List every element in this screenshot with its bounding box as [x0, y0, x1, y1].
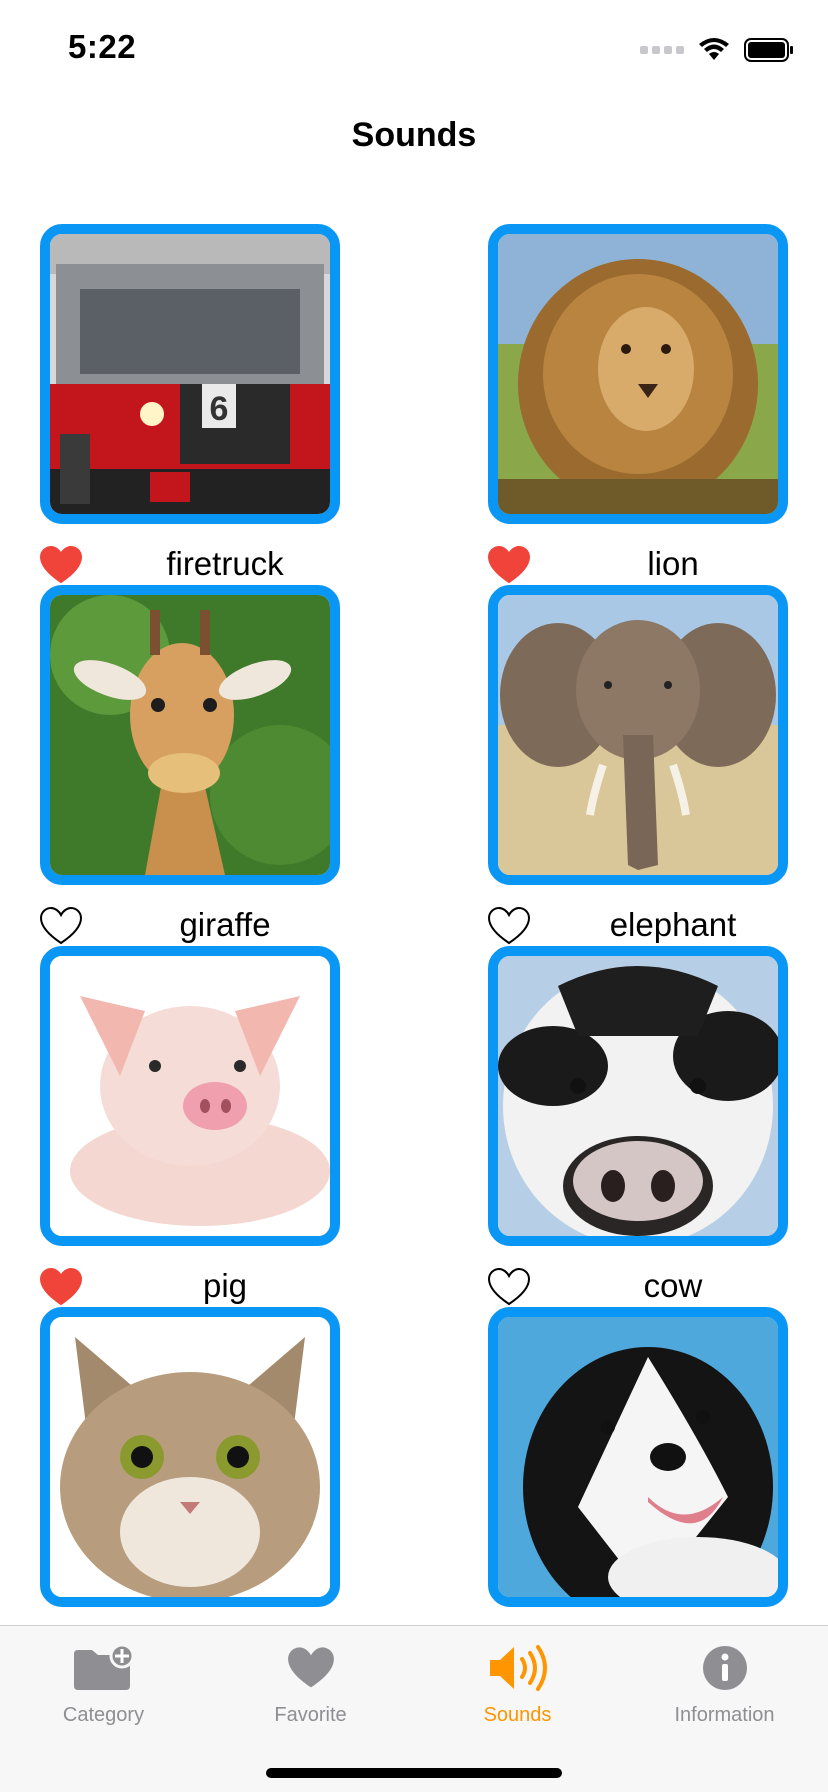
sound-cell-firetruck[interactable]: 6 firetruck: [40, 224, 340, 584]
info-icon: [702, 1646, 747, 1690]
sound-label: firetruck: [166, 545, 284, 582]
wifi-icon: [699, 38, 729, 60]
signal-icon: [640, 46, 684, 54]
sound-cell-giraffe[interactable]: giraffe: [40, 585, 340, 945]
tab-label: Information: [674, 1704, 775, 1726]
tab-label: Sounds: [483, 1704, 552, 1726]
favorite-heart-icon[interactable]: [488, 907, 530, 945]
status-time: 5:22: [68, 28, 137, 65]
home-indicator: [266, 1768, 562, 1778]
tab-label: Favorite: [274, 1704, 347, 1726]
giraffe-photo[interactable]: [40, 585, 340, 885]
sounds-grid[interactable]: 6 firetruck lion giraffe elephant pig co…: [0, 0, 828, 1625]
status-bar: 5:22: [0, 0, 828, 100]
folder-add-icon: [73, 1644, 134, 1690]
sounds-screen: 6 firetruck lion giraffe elephant pig co…: [0, 0, 828, 1792]
cow-photo[interactable]: [488, 946, 788, 1246]
favorite-heart-icon[interactable]: [40, 907, 82, 945]
favorite-heart-icon[interactable]: [40, 1268, 82, 1306]
sound-cell-cat[interactable]: cat: [40, 1307, 340, 1625]
sound-cell-dog[interactable]: dog: [488, 1307, 788, 1625]
heart-icon: [287, 1647, 334, 1688]
page-title: Sounds: [351, 116, 477, 154]
lion-photo[interactable]: [488, 224, 788, 524]
sound-label: cow: [643, 1267, 703, 1304]
pig-photo[interactable]: [40, 946, 340, 1246]
tab-sounds[interactable]: Sounds: [414, 1640, 621, 1727]
battery-icon: [744, 38, 793, 62]
tab-favorite[interactable]: Favorite: [207, 1640, 414, 1727]
sound-cell-elephant[interactable]: elephant: [488, 585, 788, 945]
favorite-heart-icon[interactable]: [488, 546, 530, 584]
sound-cell-pig[interactable]: pig: [40, 946, 340, 1306]
favorite-heart-icon[interactable]: [488, 1268, 530, 1306]
sound-label: giraffe: [179, 906, 271, 943]
sound-cell-lion[interactable]: lion: [488, 224, 788, 584]
tab-label: Category: [62, 1704, 145, 1726]
favorite-heart-icon[interactable]: [40, 546, 82, 584]
firetruck-photo[interactable]: 6: [40, 224, 340, 524]
svg-text:6: 6: [210, 390, 229, 428]
dog-photo[interactable]: [488, 1307, 788, 1607]
sound-label: lion: [647, 545, 699, 582]
tab-bar: Category Favorite Sounds Information: [0, 1625, 828, 1792]
elephant-photo[interactable]: [488, 585, 788, 885]
cat-photo[interactable]: [40, 1307, 340, 1607]
speaker-icon: [489, 1645, 547, 1691]
sound-label: pig: [202, 1267, 248, 1304]
tab-information[interactable]: Information: [621, 1640, 828, 1727]
sound-cell-cow[interactable]: cow: [488, 946, 788, 1306]
tab-category[interactable]: Category: [0, 1640, 207, 1727]
status-icons: [640, 34, 794, 66]
sound-label: elephant: [609, 906, 737, 943]
